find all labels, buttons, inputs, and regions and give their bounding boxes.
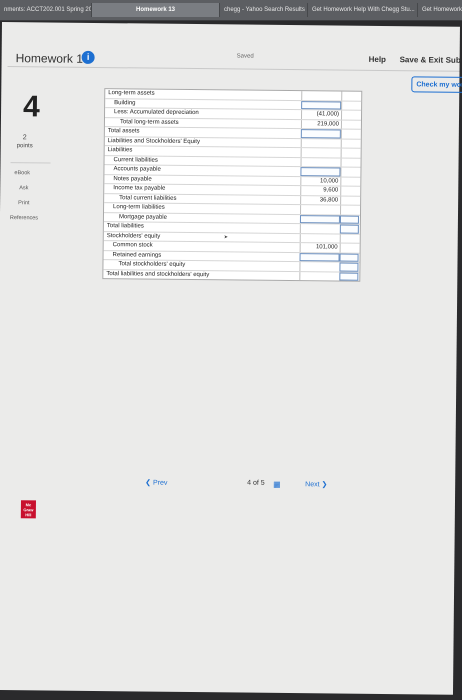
total-cell	[340, 167, 361, 177]
next-button[interactable]: Next ❯	[305, 480, 327, 488]
mcgraw-hill-logo: Mc Graw Hill	[20, 500, 36, 519]
row-label: Long-term assets	[108, 90, 155, 97]
total-input[interactable]	[339, 224, 359, 234]
amount-cell	[299, 224, 340, 234]
next-label: Next	[305, 481, 320, 489]
header-divider	[7, 66, 460, 72]
row-label: Total liabilities and stockholders' equi…	[106, 270, 210, 278]
info-icon[interactable]: i	[81, 50, 95, 64]
row-label: Notes payable	[113, 175, 152, 183]
row-label: Retained earnings	[112, 251, 162, 259]
row-label: Stockholders' equity	[106, 232, 161, 240]
total-cell	[341, 110, 362, 120]
saved-status: Saved	[236, 53, 254, 60]
cursor-arrow-icon: ➤	[223, 233, 228, 240]
accounts-payable-input[interactable]	[300, 167, 341, 177]
row-label: Current liabilities	[113, 156, 158, 164]
row-label: Liabilities and Stockholders' Equity	[107, 137, 200, 145]
total-cell	[340, 177, 361, 186]
amount-cell	[300, 148, 341, 158]
total-assets-input[interactable]	[300, 129, 341, 139]
browser-tab-strip: nments: ACCT202.001 Spring 2020 Homework…	[0, 0, 462, 21]
total-cell	[341, 91, 362, 101]
row-label: Income tax payable	[113, 185, 166, 192]
total-cell	[340, 139, 361, 148]
amount-cell	[299, 233, 340, 243]
browser-tab-assignments[interactable]: nments: ACCT202.001 Spring 2020	[0, 3, 92, 17]
total-cell	[339, 243, 360, 253]
total-input[interactable]	[339, 215, 359, 224]
sidebar-divider	[10, 162, 51, 164]
help-link[interactable]: Help	[369, 55, 386, 64]
amount-cell: 10,000	[300, 176, 341, 186]
prev-label: Prev	[152, 479, 168, 487]
total-cell	[339, 234, 360, 243]
row-label: Less: Accumulated depreciation	[114, 109, 199, 117]
amount-cell	[300, 138, 341, 148]
sidebar-link-ask[interactable]: Ask	[19, 185, 28, 191]
amount-cell: 36,800	[300, 195, 341, 205]
chevron-right-icon: ❯	[321, 481, 328, 489]
amount-cell: 101,000	[299, 243, 340, 253]
browser-tab-yahoo[interactable]: chegg - Yahoo Search Results	[220, 3, 308, 17]
total-cell	[340, 158, 361, 167]
amount-cell	[299, 271, 340, 281]
row-label: Total liabilities	[106, 223, 144, 230]
browser-tab-chegg-2[interactable]: Get Homework Help	[418, 3, 462, 17]
total-cell	[340, 186, 361, 196]
total-input[interactable]	[339, 272, 359, 281]
browser-tab-homework[interactable]: Homework 13	[92, 3, 220, 17]
sidebar-link-ebook[interactable]: eBook	[14, 170, 30, 176]
total-cell	[340, 129, 361, 139]
page-indicator: 4 of 5	[247, 479, 265, 487]
row-label: Total current liabilities	[119, 194, 177, 202]
total-cell	[341, 101, 362, 110]
total-cell	[340, 148, 361, 158]
row-label: Mortgage payable	[118, 213, 168, 221]
mortgage-payable-input[interactable]	[299, 214, 340, 224]
question-number: 4	[22, 90, 40, 124]
amount-cell	[300, 205, 341, 215]
grid-icon[interactable]: ▦	[273, 480, 281, 489]
check-my-work-button[interactable]: Check my work	[411, 76, 462, 93]
total-input[interactable]	[339, 262, 359, 272]
total-input[interactable]	[339, 253, 359, 262]
chevron-left-icon: ❮	[145, 479, 152, 487]
retained-earnings-input[interactable]	[299, 252, 340, 262]
points-label: points	[16, 143, 33, 150]
amount-cell: 9,600	[300, 186, 341, 196]
page-title: Homework 13	[15, 51, 90, 66]
prev-button[interactable]: ❮ Prev	[145, 479, 167, 487]
amount-cell	[300, 157, 341, 167]
total-cell	[340, 205, 361, 215]
building-input[interactable]	[301, 100, 342, 110]
balance-sheet-table: Long-term assets Building Less: Accumula…	[102, 88, 363, 282]
row-label: Accounts payable	[113, 166, 161, 173]
amount-cell	[301, 91, 342, 101]
amount-cell: 219,000	[300, 119, 341, 129]
browser-tab-chegg[interactable]: Get Homework Help With Chegg Stu...	[308, 3, 418, 17]
row-label: Common stock	[112, 242, 153, 249]
amount-cell: (41,000)	[301, 110, 342, 120]
sidebar-link-print[interactable]: Print	[18, 200, 29, 206]
total-cell	[340, 120, 361, 129]
row-label: Liabilities	[107, 147, 133, 154]
submit-button[interactable]: Sub	[446, 56, 461, 65]
homework-page: Homework 13 i Saved Help Save & Exit Sub…	[0, 22, 462, 695]
total-cell	[340, 196, 361, 205]
sidebar-link-references[interactable]: References	[10, 215, 38, 221]
row-label: Total stockholders' equity	[118, 261, 186, 268]
row-label: Total assets	[107, 128, 140, 135]
points-value: 2	[22, 134, 27, 142]
table-row: Total liabilities and stockholders' equi…	[103, 270, 359, 281]
amount-cell	[299, 262, 340, 272]
save-exit-button[interactable]: Save & Exit	[400, 55, 444, 64]
row-label: Building	[114, 99, 136, 106]
row-label: Total long-term assets	[119, 118, 179, 126]
row-label: Long-term liabilities	[113, 204, 165, 211]
